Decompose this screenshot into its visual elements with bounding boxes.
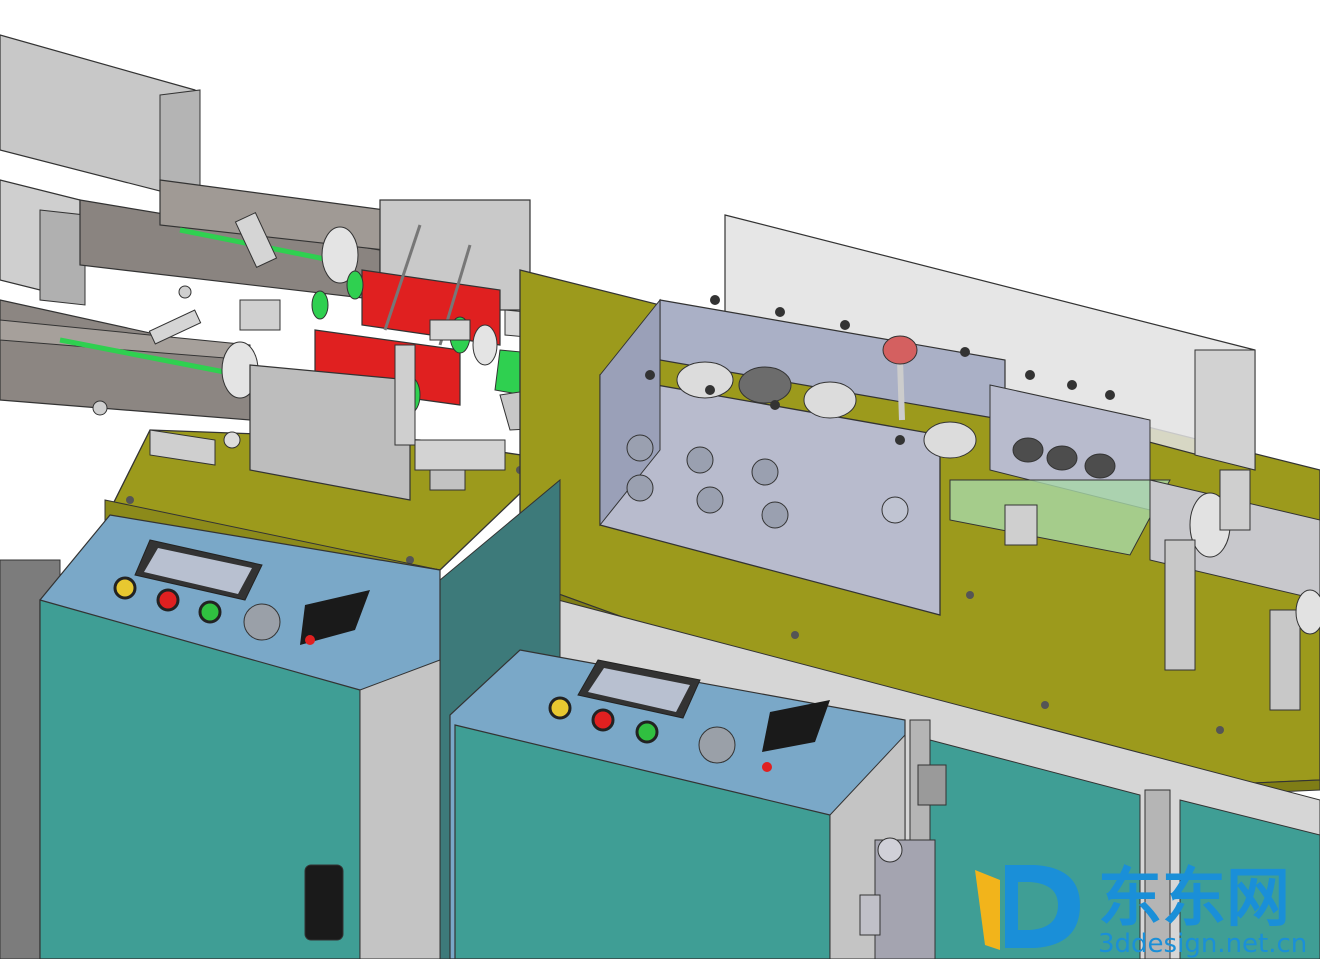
cad-machine-render: 东东网 3ddesign.net.cn [0,34,1320,959]
left-yellow-pushbutton[interactable] [113,576,137,600]
left-emergency-stop[interactable] [243,603,281,641]
left-indicator-light [305,635,315,645]
left-green-pushbutton[interactable] [198,600,222,624]
center-indicator-light [762,762,772,772]
center-emergency-stop[interactable] [698,726,736,764]
left-red-pushbutton[interactable] [156,588,180,612]
watermark-brand: 东东网 [1098,862,1290,936]
center-red-pushbutton[interactable] [591,708,615,732]
center-green-pushbutton[interactable] [635,720,659,744]
center-yellow-pushbutton[interactable] [548,696,572,720]
watermark-url: 3ddesign.net.cn [1098,929,1307,959]
